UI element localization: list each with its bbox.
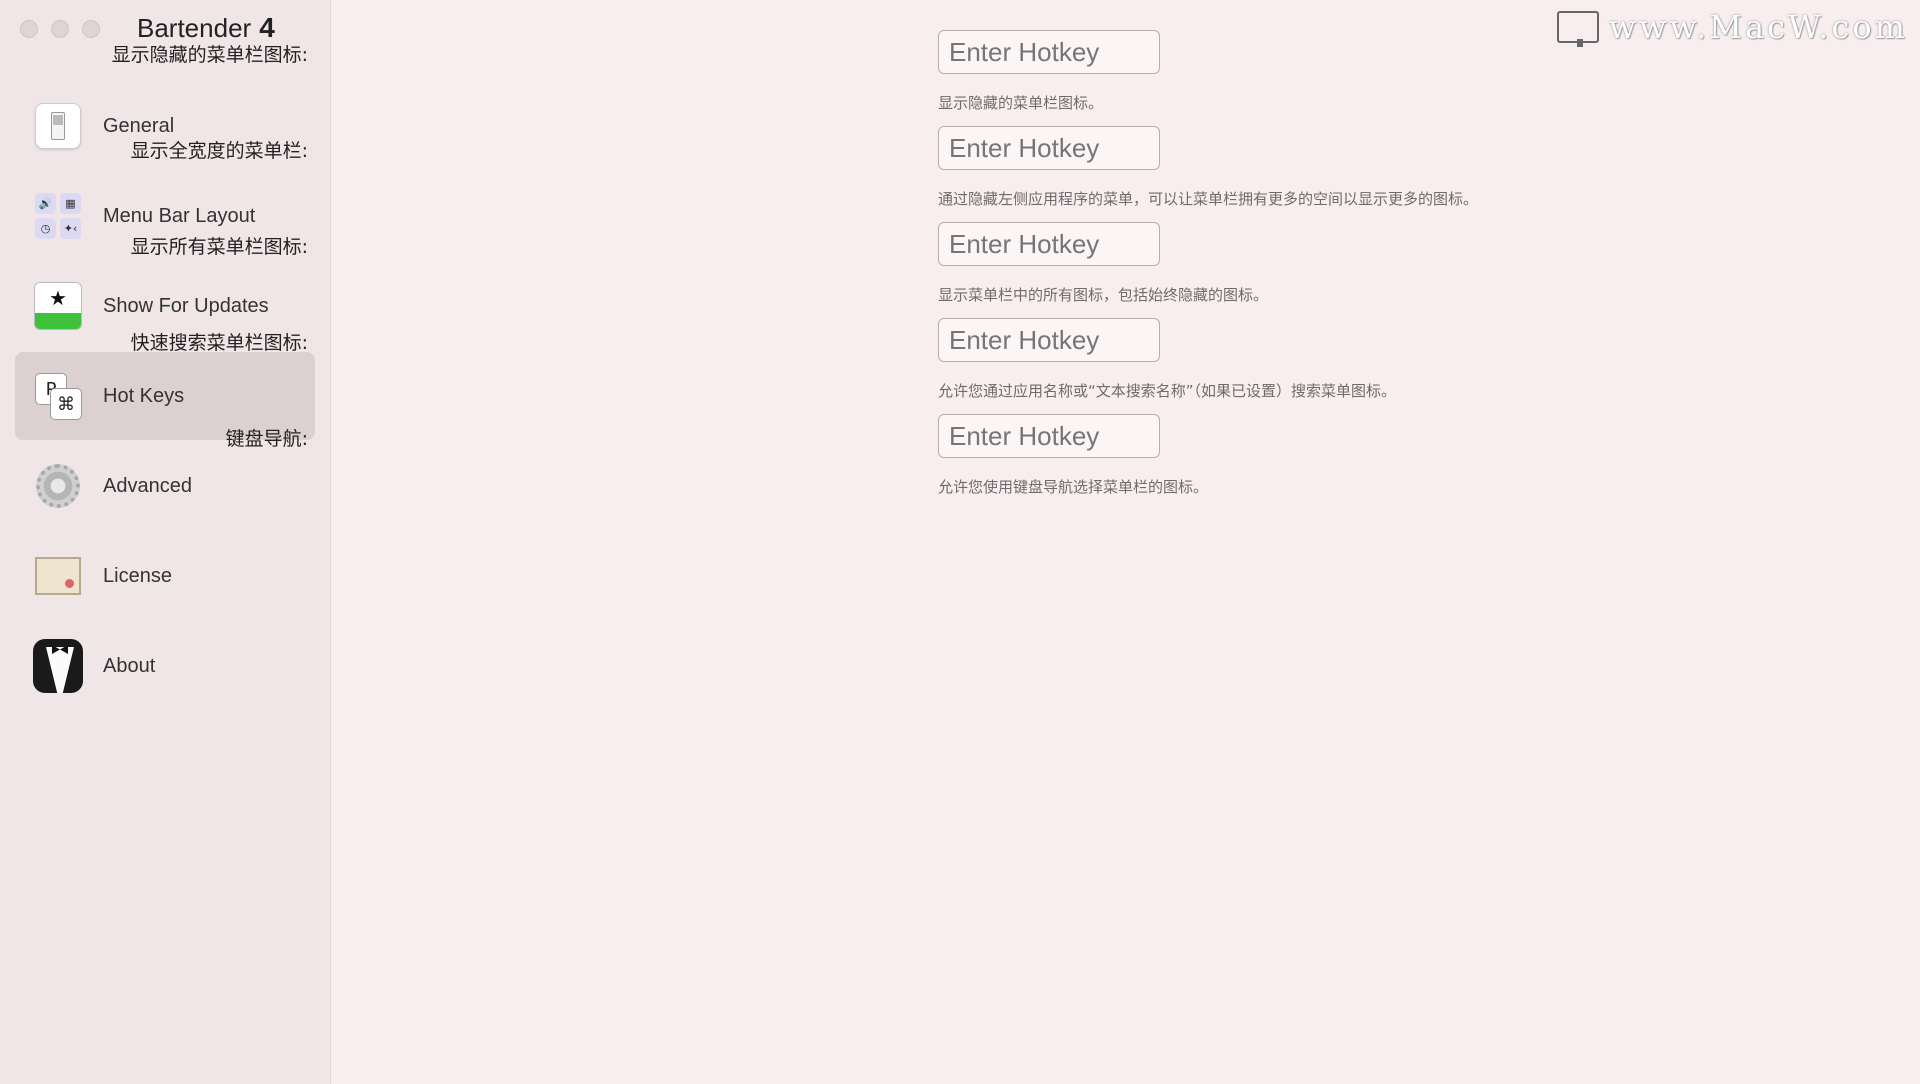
watermark: www.MacW.com	[1556, 8, 1908, 47]
app-name: Bartender	[137, 13, 252, 43]
hotkeys-panel: 显示隐藏的菜单栏图标: 显示隐藏的菜单栏图标。 显示全宽度的菜单栏: 通过隐藏左…	[112, 0, 1920, 1084]
hotkey-label: 键盘导航:	[225, 428, 308, 450]
preferences-window: Bartender 4 General 🔊 ▦ ◷ ✦‹ Menu Bar Layout…	[0, 0, 1920, 1084]
hotkey-input-keyboard-nav[interactable]	[938, 414, 1160, 458]
hotkey-label: 显示全宽度的菜单栏:	[130, 140, 308, 162]
hotkeys-icon: P⌘	[33, 371, 83, 421]
sidebar-item-advanced[interactable]: Advanced	[15, 442, 315, 530]
hotkey-description: 通过隐藏左侧应用程序的菜单，可以让菜单栏拥有更多的空间以显示更多的图标。	[938, 190, 1479, 208]
hotkey-input-full-width[interactable]	[938, 126, 1160, 170]
sidebar-item-label: General	[103, 114, 175, 137]
hotkey-row-show-hidden: 显示隐藏的菜单栏图标: 显示隐藏的菜单栏图标。	[112, 30, 1531, 136]
certificate-icon	[33, 551, 83, 601]
hotkey-row-keyboard-nav: 键盘导航: 允许您使用键盘导航选择菜单栏的图标。	[226, 414, 1531, 520]
hotkey-label: 显示隐藏的菜单栏图标:	[111, 44, 308, 66]
hotkey-input-quick-search[interactable]	[938, 318, 1160, 362]
sidebar-item-label: License	[103, 564, 172, 587]
hotkey-description: 显示隐藏的菜单栏图标。	[938, 94, 1104, 112]
hotkey-input-show-all[interactable]	[938, 222, 1160, 266]
hotkey-description: 允许您通过应用名称或“文本搜索名称”（如果已设置）搜索菜单图标。	[938, 382, 1397, 400]
sidebar-item-license[interactable]: License	[15, 532, 315, 620]
toggle-switch-icon	[33, 101, 83, 151]
app-version: 4	[259, 12, 275, 43]
sidebar-item-label: Advanced	[103, 474, 192, 497]
star-icon: ★	[33, 281, 83, 331]
monitor-icon	[1556, 11, 1599, 47]
minimize-window-button[interactable]	[51, 20, 69, 38]
close-window-button[interactable]	[20, 20, 38, 38]
bartender-tuxedo-icon	[33, 639, 83, 693]
hotkey-input-show-hidden[interactable]	[938, 30, 1160, 74]
watermark-text: www.MacW.com	[1608, 8, 1908, 46]
menu-bar-layout-icon: 🔊 ▦ ◷ ✦‹	[33, 191, 83, 241]
hotkey-description: 显示菜单栏中的所有图标，包括始终隐藏的图标。	[938, 286, 1269, 304]
hotkey-label: 快速搜索菜单栏图标:	[130, 332, 308, 354]
sidebar-item-label: About	[103, 654, 156, 677]
hotkey-row-show-all: 显示所有菜单栏图标: 显示菜单栏中的所有图标，包括始终隐藏的图标。	[131, 222, 1531, 328]
hotkey-row-quick-search: 快速搜索菜单栏图标: 允许您通过应用名称或“文本搜索名称”（如果已设置）搜索菜单…	[131, 318, 1531, 424]
window-controls	[20, 20, 100, 38]
sidebar-nav: General 🔊 ▦ ◷ ✦‹ Menu Bar Layout ★ Show For…	[15, 82, 315, 712]
zoom-window-button[interactable]	[82, 20, 100, 38]
hotkey-label: 显示所有菜单栏图标:	[130, 236, 308, 258]
sidebar-item-label: Menu Bar Layout	[103, 204, 256, 227]
sidebar-item-about[interactable]: About	[15, 622, 315, 710]
gear-icon	[33, 461, 83, 511]
hotkey-row-full-width: 显示全宽度的菜单栏: 通过隐藏左侧应用程序的菜单，可以让菜单栏拥有更多的空间以显…	[131, 126, 1531, 232]
sidebar-item-label: Show For Updates	[103, 294, 269, 317]
hotkey-description: 允许您使用键盘导航选择菜单栏的图标。	[938, 478, 1209, 496]
sidebar-item-label: Hot Keys	[103, 384, 185, 407]
